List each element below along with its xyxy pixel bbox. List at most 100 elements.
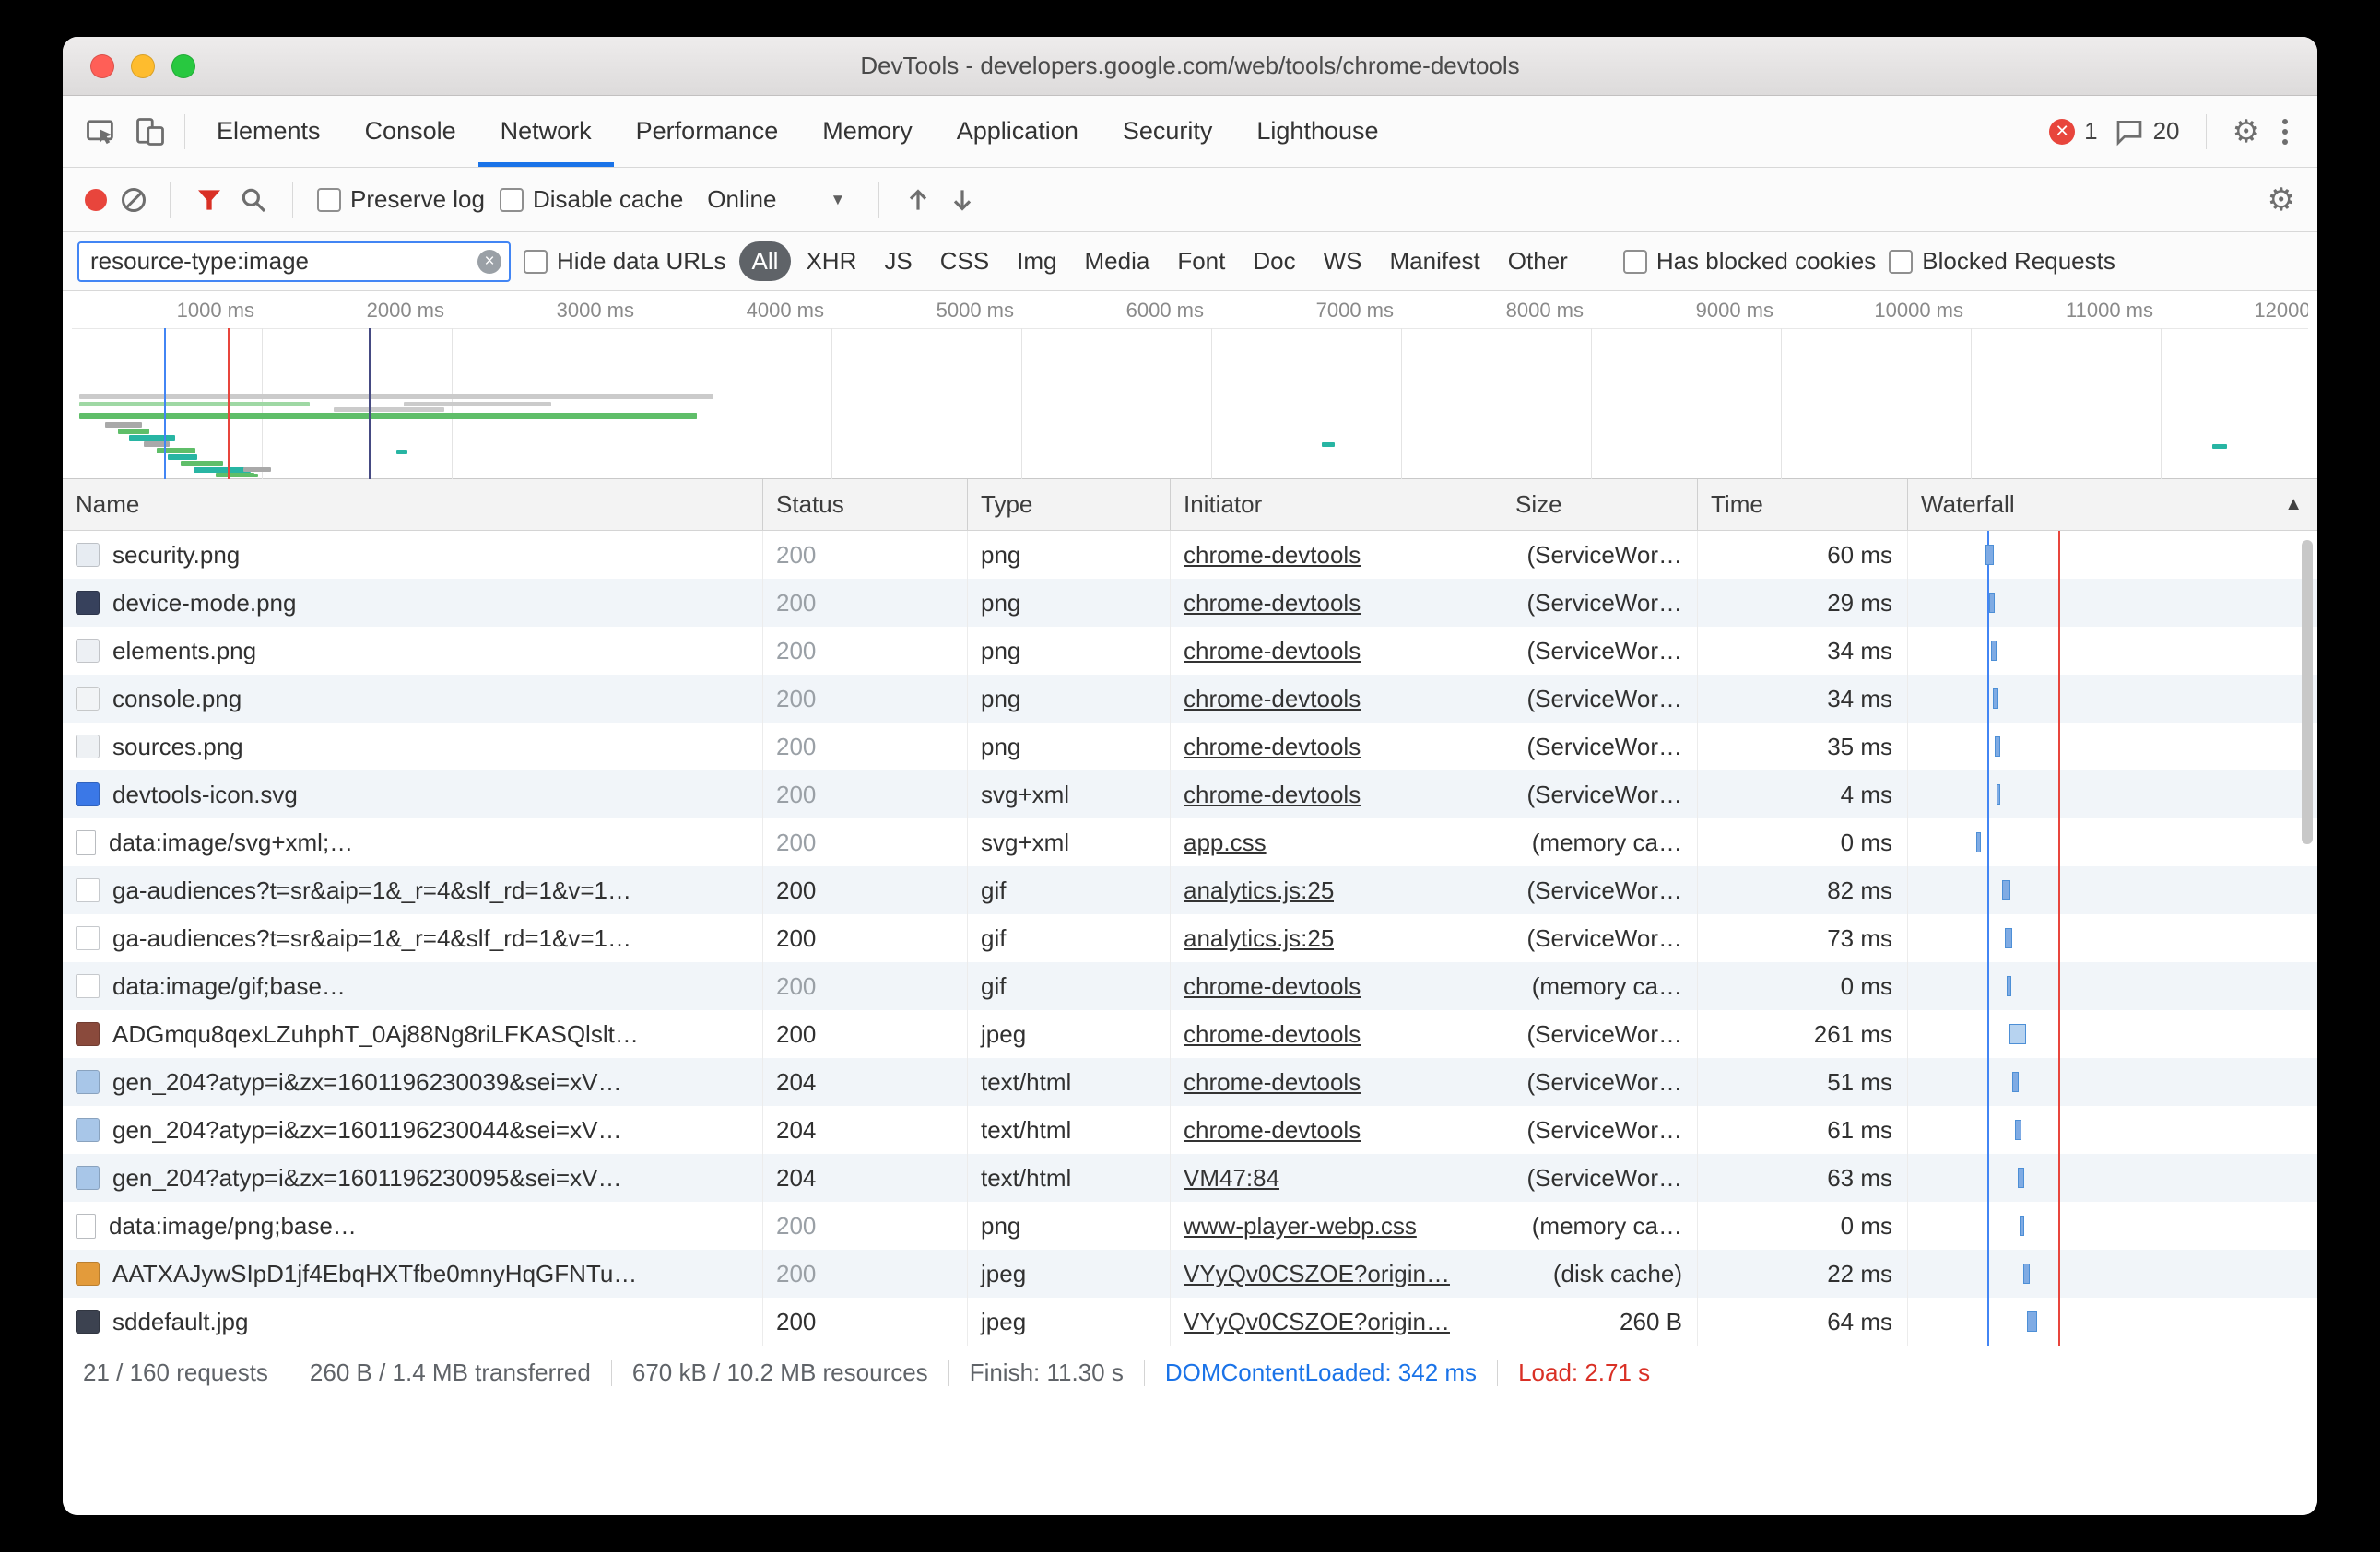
initiator-link[interactable]: chrome-devtools	[1184, 733, 1361, 761]
table-row[interactable]: console.png200pngchrome-devtools(Service…	[63, 675, 2317, 723]
column-header-size[interactable]: Size	[1502, 479, 1698, 530]
cell-time: 0 ms	[1698, 1202, 1908, 1250]
settings-gear-icon[interactable]: ⚙	[2233, 116, 2260, 147]
clear-requests-icon[interactable]	[122, 188, 146, 212]
table-row[interactable]: devtools-icon.svg200svg+xmlchrome-devtoo…	[63, 770, 2317, 818]
initiator-link[interactable]: chrome-devtools	[1184, 589, 1361, 617]
filter-pill-manifest[interactable]: Manifest	[1377, 241, 1493, 281]
filter-pill-css[interactable]: CSS	[927, 241, 1002, 281]
tab-network[interactable]: Network	[478, 96, 614, 167]
initiator-link[interactable]: chrome-devtools	[1184, 1116, 1361, 1145]
initiator-link[interactable]: chrome-devtools	[1184, 1020, 1361, 1049]
preserve-log-checkbox[interactable]	[317, 188, 341, 212]
tab-application[interactable]: Application	[935, 96, 1101, 167]
table-row[interactable]: data:image/png;base…200pngwww-player-web…	[63, 1202, 2317, 1250]
column-header-initiator[interactable]: Initiator	[1171, 479, 1502, 530]
cell-initiator: chrome-devtools	[1171, 675, 1502, 723]
table-row[interactable]: gen_204?atyp=i&zx=1601196230044&sei=xV…2…	[63, 1106, 2317, 1154]
tab-console[interactable]: Console	[343, 96, 478, 167]
table-row[interactable]: ADGmqu8qexLZuhphT_0Aj88Ng8riLFKASQlslt…2…	[63, 1010, 2317, 1058]
scrollbar-thumb[interactable]	[2302, 540, 2313, 844]
waterfall-bar	[2012, 1072, 2019, 1092]
cell-waterfall	[1908, 866, 2317, 914]
filter-input-wrap: ×	[77, 241, 511, 282]
filter-input[interactable]	[77, 241, 511, 282]
separator	[184, 114, 185, 149]
file-icon	[76, 639, 100, 663]
filter-pill-ws[interactable]: WS	[1311, 241, 1375, 281]
close-window-button[interactable]	[90, 54, 114, 78]
throttling-select[interactable]: Online ▼	[698, 180, 854, 219]
tab-performance[interactable]: Performance	[614, 96, 801, 167]
device-toolbar-icon[interactable]	[125, 96, 175, 167]
initiator-link[interactable]: chrome-devtools	[1184, 541, 1361, 570]
initiator-link[interactable]: chrome-devtools	[1184, 972, 1361, 1001]
messages-badge[interactable]: 20	[2115, 117, 2180, 147]
column-header-type[interactable]: Type	[968, 479, 1171, 530]
table-row[interactable]: elements.png200pngchrome-devtools(Servic…	[63, 627, 2317, 675]
zoom-window-button[interactable]	[171, 54, 195, 78]
initiator-link[interactable]: chrome-devtools	[1184, 781, 1361, 809]
file-icon	[76, 1118, 100, 1142]
filter-pill-other[interactable]: Other	[1495, 241, 1581, 281]
clear-filter-icon[interactable]: ×	[477, 250, 501, 274]
filter-pill-doc[interactable]: Doc	[1240, 241, 1308, 281]
disable-cache-checkbox[interactable]	[500, 188, 524, 212]
minimize-window-button[interactable]	[131, 54, 155, 78]
column-header-time[interactable]: Time	[1698, 479, 1908, 530]
column-header-waterfall[interactable]: Waterfall▲	[1908, 479, 2317, 530]
search-icon[interactable]	[239, 185, 268, 215]
cell-initiator: VYyQv0CSZOE?origin…	[1171, 1298, 1502, 1346]
more-options-icon[interactable]	[2277, 113, 2293, 150]
filter-pill-js[interactable]: JS	[871, 241, 925, 281]
filter-pill-media[interactable]: Media	[1072, 241, 1163, 281]
table-row[interactable]: sddefault.jpg200jpegVYyQv0CSZOE?origin…2…	[63, 1298, 2317, 1346]
initiator-link[interactable]: app.css	[1184, 829, 1267, 857]
blocked-requests-checkbox[interactable]	[1889, 250, 1913, 274]
initiator-link[interactable]: chrome-devtools	[1184, 1068, 1361, 1097]
cell-time: 34 ms	[1698, 627, 1908, 675]
tab-lighthouse[interactable]: Lighthouse	[1234, 96, 1400, 167]
record-button[interactable]	[85, 189, 107, 211]
error-badge[interactable]: ✕ 1	[2049, 117, 2097, 146]
table-row[interactable]: AATXAJywSIpD1jf4EbqHXTfbe0mnyHqGFNTu…200…	[63, 1250, 2317, 1298]
cell-size: (memory ca…	[1502, 962, 1698, 1010]
hide-data-urls-checkbox[interactable]	[524, 250, 548, 274]
table-row[interactable]: security.png200pngchrome-devtools(Servic…	[63, 531, 2317, 579]
initiator-link[interactable]: VYyQv0CSZOE?origin…	[1184, 1260, 1450, 1288]
filter-pill-font[interactable]: Font	[1164, 241, 1238, 281]
initiator-link[interactable]: www-player-webp.css	[1184, 1212, 1417, 1240]
tab-elements[interactable]: Elements	[194, 96, 343, 167]
network-overview-wrap: 1000 ms2000 ms3000 ms4000 ms5000 ms6000 …	[63, 291, 2317, 479]
initiator-link[interactable]: chrome-devtools	[1184, 637, 1361, 665]
file-icon	[76, 1166, 100, 1190]
table-row[interactable]: gen_204?atyp=i&zx=1601196230095&sei=xV…2…	[63, 1154, 2317, 1202]
initiator-link[interactable]: chrome-devtools	[1184, 685, 1361, 713]
table-row[interactable]: sources.png200pngchrome-devtools(Service…	[63, 723, 2317, 770]
filter-funnel-icon[interactable]	[194, 185, 224, 215]
sort-ascending-icon[interactable]: ▲	[2284, 494, 2303, 515]
table-row[interactable]: ga-audiences?t=sr&aip=1&_r=4&slf_rd=1&v=…	[63, 914, 2317, 962]
network-settings-gear-icon[interactable]: ⚙	[2268, 184, 2295, 216]
table-row[interactable]: gen_204?atyp=i&zx=1601196230039&sei=xV…2…	[63, 1058, 2317, 1106]
import-har-icon[interactable]	[903, 185, 933, 215]
table-row[interactable]: data:image/gif;base…200gifchrome-devtool…	[63, 962, 2317, 1010]
filter-pill-img[interactable]: Img	[1004, 241, 1069, 281]
filter-pill-all[interactable]: All	[739, 241, 792, 281]
initiator-link[interactable]: VM47:84	[1184, 1164, 1279, 1193]
export-har-icon[interactable]	[948, 185, 977, 215]
overview[interactable]: 1000 ms2000 ms3000 ms4000 ms5000 ms6000 …	[72, 291, 2308, 479]
filter-pill-xhr[interactable]: XHR	[793, 241, 869, 281]
column-header-status[interactable]: Status	[763, 479, 968, 530]
has-blocked-cookies-checkbox[interactable]	[1623, 250, 1647, 274]
tab-security[interactable]: Security	[1101, 96, 1235, 167]
table-row[interactable]: ga-audiences?t=sr&aip=1&_r=4&slf_rd=1&v=…	[63, 866, 2317, 914]
initiator-link[interactable]: analytics.js:25	[1184, 924, 1334, 953]
column-header-name[interactable]: Name	[63, 479, 763, 530]
initiator-link[interactable]: analytics.js:25	[1184, 876, 1334, 905]
initiator-link[interactable]: VYyQv0CSZOE?origin…	[1184, 1308, 1450, 1336]
tab-memory[interactable]: Memory	[800, 96, 935, 167]
inspect-element-icon[interactable]	[76, 96, 125, 167]
table-row[interactable]: data:image/svg+xml;…200svg+xmlapp.css(me…	[63, 818, 2317, 866]
table-row[interactable]: device-mode.png200pngchrome-devtools(Ser…	[63, 579, 2317, 627]
